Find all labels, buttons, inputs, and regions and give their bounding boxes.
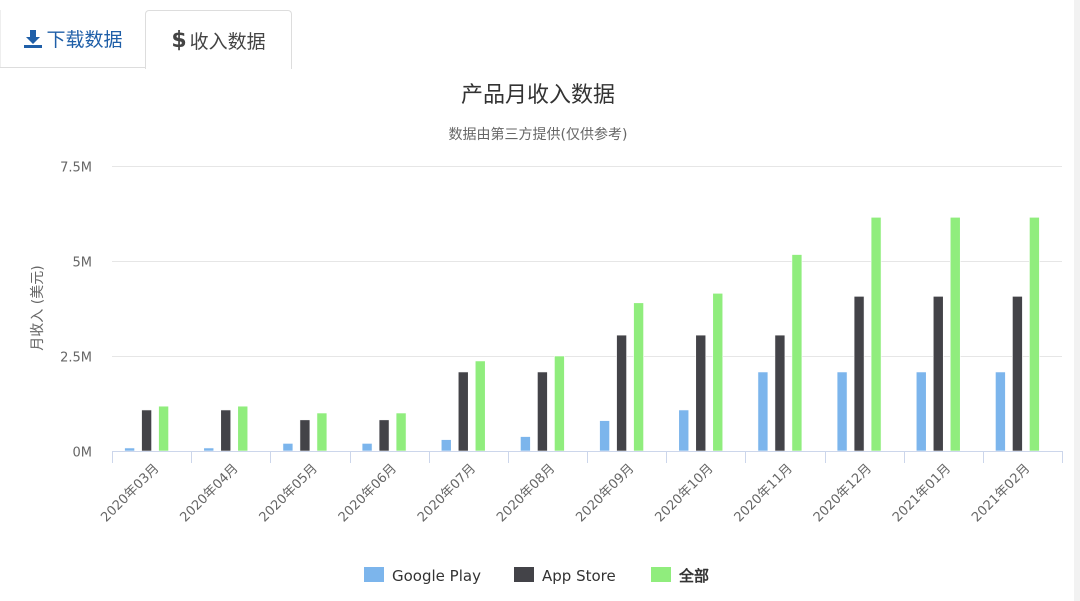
legend-item[interactable]: 全部 — [651, 567, 709, 585]
bar-app-store — [457, 371, 469, 452]
bar-google-play — [124, 447, 135, 452]
x-tick-label: 2020年05月 — [257, 461, 321, 525]
bar-google-play — [520, 436, 531, 452]
x-tick-label: 2020年08月 — [494, 461, 558, 525]
y-tick-label: 5M — [73, 256, 93, 271]
bar-app-store — [695, 334, 707, 452]
revenue-chart: 产品月收入数据 数据由第三方提供(仅供参考) 月收入 (美元) 0M 2.5M 5M… — [30, 83, 1063, 585]
bar-app-store — [537, 371, 548, 452]
bar-google-play — [361, 443, 373, 452]
scrollbar-track[interactable] — [1074, 0, 1080, 601]
legend-swatch — [514, 567, 534, 582]
x-tick-label: 2020年09月 — [573, 461, 637, 525]
x-tick-label: 2021年01月 — [890, 461, 954, 525]
bar-google-play — [915, 371, 927, 452]
bar-app-store — [932, 296, 944, 452]
bar-google-play — [440, 439, 452, 452]
legend-label: App Store — [542, 567, 616, 585]
bar-google-play — [836, 371, 848, 452]
y-tick-label: 2.5M — [60, 351, 92, 366]
bar-全部 — [791, 254, 803, 452]
bar-全部 — [395, 412, 407, 452]
chart-title: 产品月收入数据 — [461, 83, 615, 108]
bar-google-play — [678, 409, 690, 452]
legend-label: 全部 — [678, 567, 709, 585]
y-tick-label: 0M — [73, 446, 93, 461]
bar-全部 — [870, 217, 882, 452]
x-tick-label: 2020年10月 — [652, 461, 716, 525]
legend-label: Google Play — [392, 567, 481, 585]
x-tick-label: 2020年11月 — [732, 461, 796, 525]
chart-legend: Google Play App Store 全部 — [364, 567, 709, 585]
bar-app-store — [774, 334, 786, 452]
bar-app-store — [378, 419, 390, 452]
bar-app-store — [1012, 296, 1023, 452]
bar-全部 — [1029, 217, 1040, 452]
y-axis-title: 月收入 (美元) — [30, 265, 46, 350]
bar-全部 — [158, 405, 169, 452]
bar-全部 — [712, 292, 724, 452]
chart-subtitle: 数据由第三方提供(仅供参考) — [449, 126, 628, 143]
y-tick-label: 7.5M — [60, 161, 92, 176]
bar-全部 — [316, 412, 328, 452]
bar-app-store — [299, 419, 311, 452]
bar-google-play — [757, 371, 769, 452]
bar-google-play — [599, 420, 610, 452]
bar-google-play — [203, 447, 215, 452]
legend-item[interactable]: Google Play — [364, 567, 481, 585]
bar-全部 — [633, 302, 644, 452]
bar-app-store — [141, 409, 152, 452]
x-tick-label: 2020年06月 — [336, 461, 400, 525]
legend-item[interactable]: App Store — [514, 567, 616, 585]
bar-全部 — [474, 360, 486, 452]
legend-swatch — [651, 567, 671, 582]
bar-app-store — [220, 409, 232, 452]
bar-全部 — [554, 355, 565, 452]
bar-app-store — [853, 296, 865, 452]
x-tick-label: 2020年07月 — [415, 461, 479, 525]
bar-app-store — [616, 334, 627, 452]
bar-全部 — [949, 217, 961, 452]
bar-全部 — [237, 405, 249, 452]
bar-google-play — [282, 443, 294, 452]
legend-swatch — [364, 567, 384, 582]
x-tick-label: 2021年02月 — [969, 461, 1033, 525]
x-tick-label: 2020年03月 — [98, 461, 162, 525]
x-tick-label: 2020年12月 — [811, 461, 875, 525]
x-tick-label: 2020年04月 — [177, 461, 241, 525]
bar-google-play — [995, 371, 1006, 452]
